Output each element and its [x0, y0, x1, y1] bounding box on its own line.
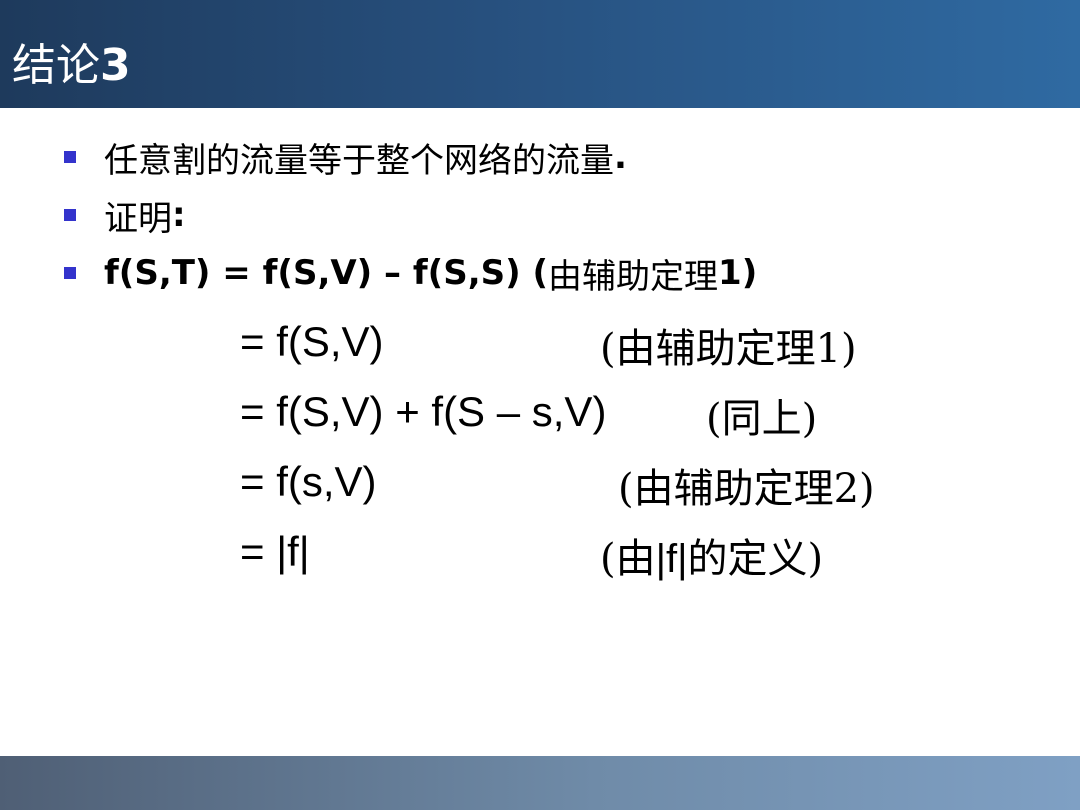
- bullet-item: 证明:: [64, 186, 1044, 244]
- bullet-square-icon: [64, 151, 76, 163]
- equation-row: = f(s,V) (由辅助定理2): [240, 450, 1040, 520]
- slide-title-text: 结论: [12, 40, 100, 91]
- bullet-text: 证明: [104, 198, 172, 239]
- equation-note-close: 的定义): [687, 536, 824, 582]
- footer-bar: [0, 756, 1080, 810]
- bullet-text: 任意割的流量等于整个网络的流量: [104, 140, 614, 181]
- equation-note-mid: |f|: [655, 537, 688, 581]
- slide-title-number: 3: [100, 40, 131, 91]
- bullet-item: 任意割的流量等于整个网络的流量.: [64, 128, 1044, 186]
- title-bar: 结论3: [0, 0, 1080, 108]
- bullet-square-icon: [64, 209, 76, 221]
- equation-row: = |f| (由|f|的定义): [240, 520, 1040, 590]
- equation-block: = f(S,V) (由辅助定理1) = f(S,V) + f(S – s,V) …: [240, 310, 1040, 590]
- formula-note: 由辅助定理: [548, 256, 719, 297]
- equation-lhs: = |f|: [240, 528, 310, 575]
- equation-note-open: (由: [600, 536, 656, 582]
- equation-lhs: = f(s,V): [240, 458, 377, 505]
- bullet-list: 任意割的流量等于整个网络的流量. 证明: f(S,T) = f(S,V) – f…: [64, 128, 1044, 302]
- formula-text: f(S,T) = f(S,V) – f(S,S) (: [104, 253, 549, 293]
- equation-row: = f(S,V) (由辅助定理1): [240, 310, 1040, 380]
- bullet-item: f(S,T) = f(S,V) – f(S,S) (由辅助定理 1): [64, 244, 1044, 302]
- equation-lhs: = f(S,V): [240, 318, 384, 365]
- bullet-suffix: :: [172, 195, 186, 235]
- equation-lhs: = f(S,V) + f(S – s,V): [240, 388, 607, 435]
- equation-note: (由|f|的定义): [600, 526, 823, 584]
- bullet-square-icon: [64, 267, 76, 279]
- equation-note: (由辅助定理2): [618, 466, 875, 512]
- formula-note-end: 1): [718, 253, 758, 293]
- bullet-suffix: .: [614, 137, 627, 177]
- slide-title: 结论3: [12, 44, 131, 88]
- equation-row: = f(S,V) + f(S – s,V) (同上): [240, 380, 1040, 450]
- equation-note: (由辅助定理1): [600, 326, 857, 372]
- equation-note: (同上): [706, 396, 818, 442]
